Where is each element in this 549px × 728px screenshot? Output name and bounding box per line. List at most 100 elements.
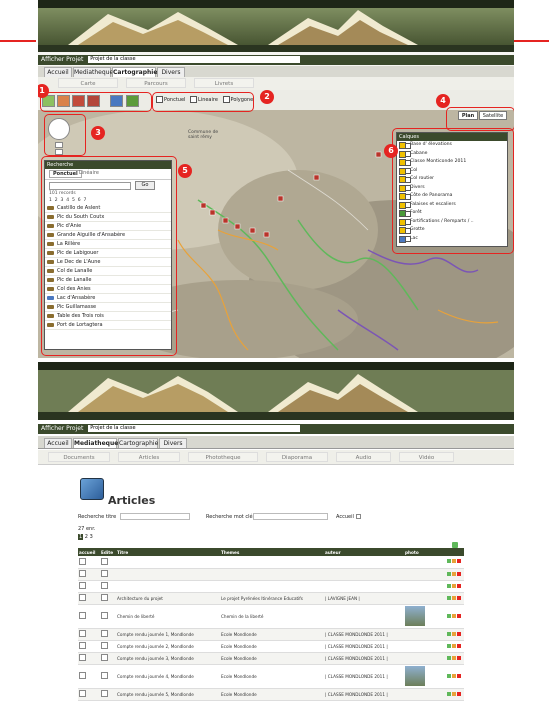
callout-5: 5 — [178, 164, 192, 178]
subtab-carte[interactable]: Carte — [58, 78, 118, 88]
tab-mediatheque[interactable]: Mediatheque — [73, 438, 118, 448]
edit-icon[interactable] — [452, 613, 456, 618]
delete-icon[interactable] — [457, 643, 461, 648]
edite-cell — [100, 652, 116, 665]
accueil-checkbox[interactable] — [79, 672, 86, 679]
edite-checkbox[interactable] — [101, 557, 108, 565]
view-icon[interactable] — [447, 583, 451, 588]
search-title-input[interactable] — [120, 513, 190, 520]
page-1[interactable]: 1 — [78, 534, 84, 540]
callout-4: 4 — [436, 94, 450, 108]
edite-checkbox[interactable] — [101, 594, 108, 601]
table-row — [78, 580, 464, 593]
accueil-checkbox[interactable] — [79, 557, 86, 565]
edit-icon[interactable] — [452, 559, 456, 564]
subtab-documents[interactable]: Documents — [48, 452, 110, 462]
theme-cell: Ecole Mondlonde — [220, 664, 324, 689]
view-icon[interactable] — [447, 691, 451, 696]
delete-icon[interactable] — [457, 559, 461, 564]
subtab-audio[interactable]: Audio — [336, 452, 391, 462]
tab-accueil[interactable]: Accueil — [44, 67, 72, 77]
edite-checkbox[interactable] — [101, 570, 108, 577]
titre-cell: Chemin de liberté — [116, 604, 220, 629]
subtab-diaporama[interactable]: Diaporama — [266, 452, 328, 462]
accueil-checkbox[interactable] — [79, 690, 86, 697]
articles-icon — [80, 478, 104, 500]
project-select[interactable]: Projet de la classe — [88, 425, 301, 432]
edit-icon[interactable] — [452, 673, 456, 678]
tab-divers[interactable]: Divers — [159, 438, 187, 448]
delete-icon[interactable] — [457, 673, 461, 678]
view-icon[interactable] — [447, 673, 451, 678]
theme-cell: Ecole Mondlonde — [220, 628, 324, 641]
view-icon[interactable] — [447, 631, 451, 636]
titre-cell: Compte rendu journée 5, Mondlonde — [116, 688, 220, 701]
edite-cell — [100, 628, 116, 641]
auteur-cell — [324, 568, 404, 581]
actions-cell — [446, 640, 464, 653]
accueil-checkbox[interactable] — [79, 612, 86, 619]
edite-checkbox[interactable] — [101, 612, 108, 619]
edite-cell — [100, 604, 116, 629]
page-3[interactable]: 3 — [90, 534, 93, 540]
sub-tabs: Carte Parcours Livrets — [38, 77, 514, 91]
edit-icon[interactable] — [452, 643, 456, 648]
accueil-checkbox[interactable] — [79, 582, 86, 589]
header-banner — [38, 362, 514, 420]
accueil-checkbox[interactable] — [79, 570, 86, 577]
subtab-parcours[interactable]: Parcours — [126, 78, 186, 88]
accueil-cell — [78, 556, 100, 569]
edit-icon[interactable] — [452, 583, 456, 588]
tab-divers[interactable]: Divers — [157, 67, 185, 77]
tab-accueil[interactable]: Accueil — [44, 438, 72, 448]
edit-icon[interactable] — [452, 571, 456, 576]
edit-icon[interactable] — [452, 691, 456, 696]
edite-checkbox[interactable] — [101, 672, 108, 679]
photo-thumbnail[interactable] — [405, 665, 425, 686]
edit-icon[interactable] — [452, 631, 456, 636]
delete-icon[interactable] — [457, 691, 461, 696]
accueil-checkbox[interactable] — [79, 654, 86, 661]
delete-icon[interactable] — [457, 655, 461, 660]
photo-cell — [404, 556, 446, 569]
view-icon[interactable] — [447, 643, 451, 648]
subtab-articles[interactable]: Articles — [118, 452, 180, 462]
subtab-video[interactable]: Vidéo — [399, 452, 454, 462]
accueil-checkbox[interactable] — [79, 594, 86, 601]
page-2[interactable]: 2 — [85, 534, 88, 540]
accueil-checkbox[interactable] — [79, 630, 86, 637]
actions-cell — [446, 556, 464, 569]
project-select[interactable]: Projet de la classe — [88, 56, 301, 63]
edite-checkbox[interactable] — [101, 642, 108, 649]
tab-mediatheque[interactable]: Mediatheque — [73, 67, 113, 77]
edite-checkbox[interactable] — [101, 654, 108, 661]
view-icon[interactable] — [447, 571, 451, 576]
tab-cartographie[interactable]: Cartographie — [112, 67, 157, 77]
delete-icon[interactable] — [457, 595, 461, 600]
edite-checkbox[interactable] — [101, 690, 108, 697]
delete-icon[interactable] — [457, 613, 461, 618]
view-icon[interactable] — [447, 595, 451, 600]
view-icon[interactable] — [447, 655, 451, 660]
delete-icon[interactable] — [457, 571, 461, 576]
delete-icon[interactable] — [457, 631, 461, 636]
subtab-phototheque[interactable]: Phototheque — [188, 452, 258, 462]
accueil-filter-checkbox[interactable] — [356, 514, 361, 519]
edit-icon[interactable] — [452, 655, 456, 660]
edite-checkbox[interactable] — [101, 582, 108, 589]
edite-checkbox[interactable] — [101, 630, 108, 637]
table-row — [78, 568, 464, 581]
view-icon[interactable] — [447, 613, 451, 618]
callout-2: 2 — [260, 90, 274, 104]
tab-cartographie[interactable]: Cartographie — [118, 438, 158, 448]
subtab-livrets[interactable]: Livrets — [194, 78, 254, 88]
view-icon[interactable] — [447, 559, 451, 564]
delete-icon[interactable] — [457, 583, 461, 588]
actions-cell — [446, 604, 464, 629]
photo-thumbnail[interactable] — [405, 605, 425, 626]
search-word-input[interactable] — [253, 513, 328, 520]
accueil-checkbox[interactable] — [79, 642, 86, 649]
accueil-cell — [78, 568, 100, 581]
table-row: Compte rendu journée 4, Mondlonde Ecole M… — [78, 664, 464, 689]
edit-icon[interactable] — [452, 595, 456, 600]
